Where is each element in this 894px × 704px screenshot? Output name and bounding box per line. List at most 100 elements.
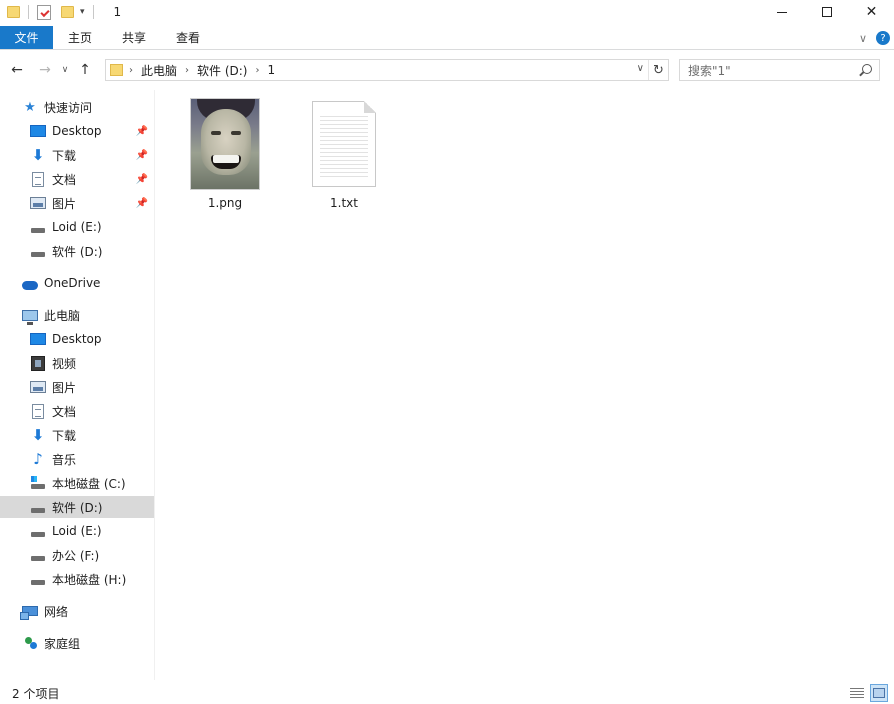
pin-icon[interactable]: 📌 <box>136 174 148 185</box>
sidebar-item-this-pc[interactable]: 此电脑 <box>0 304 154 326</box>
sidebar-item-music[interactable]: ♪ 音乐 <box>0 448 154 470</box>
address-dropdown-icon[interactable]: ∨ <box>637 63 644 74</box>
toolbar-separator <box>92 5 94 19</box>
tab-file[interactable]: 文件 <box>0 26 53 49</box>
drive-icon <box>30 523 46 539</box>
breadcrumb-folder-1[interactable]: 1 <box>267 63 275 77</box>
drive-icon <box>30 547 46 563</box>
back-button[interactable]: ← <box>8 62 26 78</box>
sidebar-item-desktop[interactable]: Desktop 📌 <box>0 120 154 142</box>
sidebar-item-videos[interactable]: 视频 <box>0 352 154 374</box>
sidebar-item-onedrive[interactable]: OneDrive <box>0 272 154 294</box>
close-button[interactable]: ✕ <box>849 0 894 24</box>
breadcrumb-separator[interactable]: › <box>255 65 259 76</box>
ribbon-right-controls: ∨ ? <box>852 26 894 50</box>
tab-view[interactable]: 查看 <box>161 26 215 49</box>
status-bar: 2 个项目 <box>0 682 894 704</box>
refresh-icon: ↻ <box>653 62 664 78</box>
window-title: 1 <box>113 5 122 19</box>
sidebar-item-pc-desktop[interactable]: Desktop <box>0 328 154 350</box>
customize-toolbar-icon[interactable]: ▾ <box>80 7 85 17</box>
star-icon: ★ <box>24 99 36 115</box>
drive-icon <box>30 243 46 259</box>
file-list: 1.png 1.txt <box>156 90 894 680</box>
pin-icon[interactable]: 📌 <box>136 126 148 137</box>
image-thumbnail <box>190 98 260 190</box>
sidebar-item-label: OneDrive <box>44 276 101 290</box>
sidebar-item-drive-e[interactable]: Loid (E:) <box>0 216 154 238</box>
forward-button[interactable]: → <box>36 62 54 78</box>
search-input[interactable]: 搜索"1" <box>688 62 731 79</box>
title-bar: ▾ 1 ✕ <box>0 0 894 24</box>
pin-icon[interactable]: 📌 <box>136 150 148 161</box>
maximize-button[interactable] <box>804 0 849 24</box>
file-name: 1.txt <box>330 196 358 210</box>
file-item-png[interactable]: 1.png <box>181 98 269 216</box>
breadcrumb-drive-d[interactable]: 软件 (D:) <box>197 62 247 79</box>
new-folder-icon[interactable] <box>61 6 74 18</box>
breadcrumb-this-pc[interactable]: 此电脑 <box>141 62 177 79</box>
quick-access-toolbar: ▾ <box>0 0 102 24</box>
sidebar-item-label: 办公 (F:) <box>52 548 100 563</box>
tab-home[interactable]: 主页 <box>53 26 107 49</box>
toolbar-separator <box>28 5 29 19</box>
view-switcher <box>844 684 888 702</box>
sidebar-item-label: 软件 (D:) <box>52 500 103 515</box>
expand-ribbon-icon[interactable]: ∨ <box>852 32 874 45</box>
breadcrumb: › 此电脑 › 软件 (D:) › 1 <box>129 62 275 79</box>
sidebar-item-network[interactable]: 网络 <box>0 600 154 622</box>
sidebar-item-label: 视频 <box>52 356 77 371</box>
sidebar-item-drive-h[interactable]: 本地磁盘 (H:) <box>0 568 154 590</box>
sidebar-item-label: 网络 <box>44 604 69 619</box>
sidebar-item-label: 音乐 <box>52 452 77 467</box>
up-button[interactable]: ↑ <box>76 62 94 78</box>
download-icon: ⬇ <box>31 426 45 444</box>
sidebar-item-pictures[interactable]: 图片 📌 <box>0 192 154 214</box>
breadcrumb-separator[interactable]: › <box>129 65 133 76</box>
download-icon: ⬇ <box>31 146 45 164</box>
properties-icon[interactable] <box>37 4 51 20</box>
drive-icon <box>30 219 46 235</box>
sidebar-item-label: Desktop <box>52 332 102 346</box>
address-bar[interactable]: › 此电脑 › 软件 (D:) › 1 ∨ ↻ <box>105 59 669 81</box>
thumbnail-eye <box>211 131 221 135</box>
minimize-button[interactable] <box>759 0 804 24</box>
sidebar-item-homegroup[interactable]: 家庭组 <box>0 632 154 654</box>
sidebar-item-documents[interactable]: 文档 📌 <box>0 168 154 190</box>
sidebar-item-pc-downloads[interactable]: ⬇ 下载 <box>0 424 154 446</box>
text-lines <box>320 116 368 180</box>
sidebar-item-pc-drive-e[interactable]: Loid (E:) <box>0 520 154 542</box>
sidebar-item-label: 图片 <box>52 196 77 211</box>
sidebar-item-drive-d[interactable]: 软件 (D:) <box>0 240 154 262</box>
sidebar-item-pc-drive-d[interactable]: 软件 (D:) <box>0 496 154 518</box>
breadcrumb-separator[interactable]: › <box>185 65 189 76</box>
thumbnail-eye <box>231 131 241 135</box>
details-view-button[interactable] <box>848 684 866 702</box>
folder-icon <box>7 6 20 18</box>
file-item-txt[interactable]: 1.txt <box>300 98 388 216</box>
refresh-button[interactable]: ↻ <box>648 60 668 80</box>
folder-icon <box>110 64 123 76</box>
help-icon[interactable]: ? <box>876 31 890 45</box>
large-icons-view-button[interactable] <box>870 684 888 702</box>
sidebar-item-drive-f[interactable]: 办公 (F:) <box>0 544 154 566</box>
pin-icon[interactable]: 📌 <box>136 198 148 209</box>
pictures-icon <box>30 195 46 211</box>
search-box[interactable]: 搜索"1" <box>679 59 880 81</box>
sidebar-item-label: 本地磁盘 (H:) <box>52 572 127 587</box>
sidebar-item-downloads[interactable]: ⬇ 下载 📌 <box>0 144 154 166</box>
sidebar-item-pc-documents[interactable]: 文档 <box>0 400 154 422</box>
tab-share[interactable]: 共享 <box>107 26 161 49</box>
window-controls: ✕ <box>759 0 894 24</box>
text-file-icon <box>312 101 376 187</box>
sidebar-item-pc-pictures[interactable]: 图片 <box>0 376 154 398</box>
navigation-pane: ★ 快速访问 Desktop 📌 ⬇ 下载 📌 文档 📌 图片 📌 Loid (… <box>0 90 155 680</box>
search-icon[interactable] <box>862 64 872 74</box>
sidebar-item-quick-access[interactable]: ★ 快速访问 <box>0 96 154 118</box>
drive-icon <box>30 499 46 515</box>
recent-locations-button[interactable]: ∨ <box>58 65 72 75</box>
sidebar-item-drive-c[interactable]: 本地磁盘 (C:) <box>0 472 154 494</box>
sidebar-item-label: Loid (E:) <box>52 220 102 234</box>
network-icon <box>20 603 38 620</box>
item-count: 2 个项目 <box>12 686 60 701</box>
